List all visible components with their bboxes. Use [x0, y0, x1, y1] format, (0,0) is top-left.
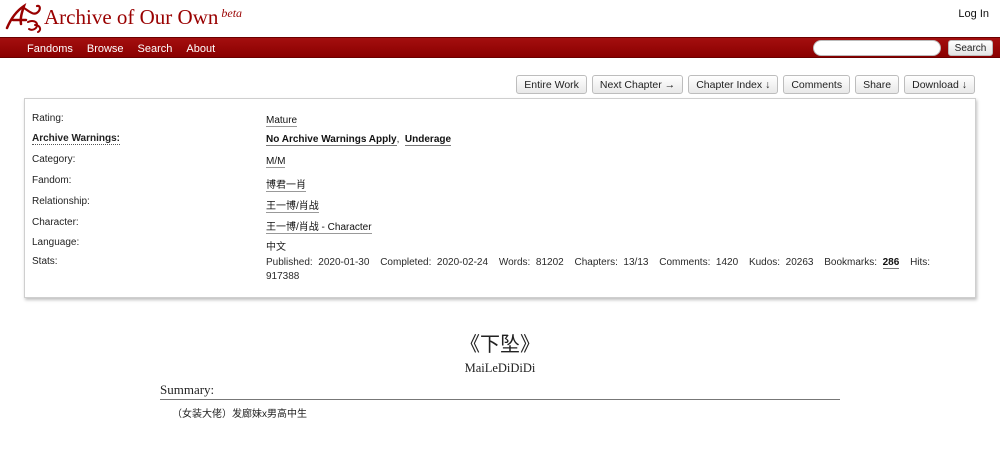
summary-text: （女装大佬）发廊妹x男高中生 [172, 409, 307, 420]
stat-published: Published: 2020-01-30 [266, 257, 369, 268]
stat-value: 20263 [785, 257, 814, 268]
nav-browse[interactable]: Browse [87, 43, 124, 55]
relationship-label: Relationship: [32, 196, 90, 207]
chapter-index-button[interactable]: Chapter Index ↓ [688, 75, 779, 94]
nav-fandoms[interactable]: Fandoms [27, 43, 73, 55]
category-label: Category: [32, 154, 76, 165]
warning-tag[interactable]: Underage [404, 134, 452, 146]
work-author[interactable]: MaiLeDiDiDi [0, 361, 1000, 376]
stat-value: 81202 [535, 257, 564, 268]
search-button[interactable]: Search [948, 40, 993, 56]
stat-value: 2020-02-24 [436, 257, 489, 268]
character-value-cell: 王一博/肖战 - Character [266, 218, 372, 234]
download-button[interactable]: Download ↓ [904, 75, 975, 94]
fandom-value-cell: 博君一肖 [266, 176, 306, 192]
character-tag[interactable]: 王一博/肖战 - Character [266, 222, 372, 234]
warnings-value-cell: No Archive Warnings Apply, Underage [266, 134, 452, 146]
stat-value: 13/13 [623, 257, 649, 268]
stat-label: Kudos: [748, 257, 781, 268]
stat-value: 2020-01-30 [318, 257, 370, 268]
primary-navigation: Fandoms Browse Search About Search [0, 37, 1000, 58]
nav-search[interactable]: Search [138, 43, 173, 55]
category-value-cell: M/M [266, 156, 286, 168]
stat-label: Hits: [910, 257, 931, 268]
fandom-label: Fandom: [32, 175, 72, 186]
bookmarks-link[interactable]: 286 [882, 257, 900, 269]
warnings-label[interactable]: Archive Warnings: [32, 133, 120, 145]
stat-label: Completed: [380, 257, 432, 268]
stat-words: Words: 81202 [499, 257, 564, 268]
stat-label: Words: [498, 257, 531, 268]
comments-button[interactable]: Comments [783, 75, 851, 94]
rating-label: Rating: [32, 113, 64, 124]
site-header: Archive of Our Own beta Log In [0, 0, 1000, 37]
stat-value: 917388 [266, 271, 300, 282]
fandom-tag[interactable]: 博君一肖 [266, 180, 306, 192]
stat-label: Published: [266, 257, 313, 268]
rating-value-cell: Mature [266, 115, 298, 127]
nav-about[interactable]: About [186, 43, 215, 55]
site-title[interactable]: Archive of Our Own beta [44, 5, 242, 30]
site-beta: beta [221, 6, 243, 20]
language-value: 中文 [266, 242, 286, 253]
character-label: Character: [32, 217, 79, 228]
stat-comments: Comments: 1420 [659, 257, 738, 268]
stat-completed: Completed: 2020-02-24 [380, 257, 488, 268]
entire-work-button[interactable]: Entire Work [516, 75, 587, 94]
category-tag[interactable]: M/M [266, 156, 286, 168]
stat-label: Bookmarks: [824, 257, 878, 268]
rating-tag[interactable]: Mature [266, 115, 298, 127]
work-meta: Rating: Mature Archive Warnings: No Arch… [24, 98, 976, 298]
ao3-logo-icon[interactable] [4, 2, 46, 34]
search-input[interactable] [813, 40, 941, 56]
stat-kudos: Kudos: 20263 [749, 257, 814, 268]
language-label: Language: [32, 237, 80, 248]
login-link[interactable]: Log In [958, 8, 989, 20]
share-button[interactable]: Share [855, 75, 900, 94]
relationship-value-cell: 王一博/肖战 [266, 197, 319, 213]
stat-label: Chapters: [574, 257, 618, 268]
stat-value: 1420 [715, 257, 739, 268]
stat-bookmarks: Bookmarks: 286 [824, 257, 900, 269]
stat-chapters: Chapters: 13/13 [575, 257, 649, 268]
stats-values: Published: 2020-01-30 Completed: 2020-02… [266, 256, 946, 284]
stat-label: Comments: [659, 257, 711, 268]
stats-label: Stats: [32, 256, 58, 267]
summary-heading: Summary: [160, 382, 840, 400]
warning-tag[interactable]: No Archive Warnings Apply [266, 134, 397, 146]
next-chapter-button[interactable]: Next Chapter → [591, 75, 684, 94]
site-title-text[interactable]: Archive of Our Own [44, 5, 218, 29]
work-navigation: Entire Work Next Chapter → Chapter Index… [516, 75, 975, 94]
work-title: 《下坠》 [460, 334, 540, 356]
relationship-tag[interactable]: 王一博/肖战 [266, 201, 319, 213]
